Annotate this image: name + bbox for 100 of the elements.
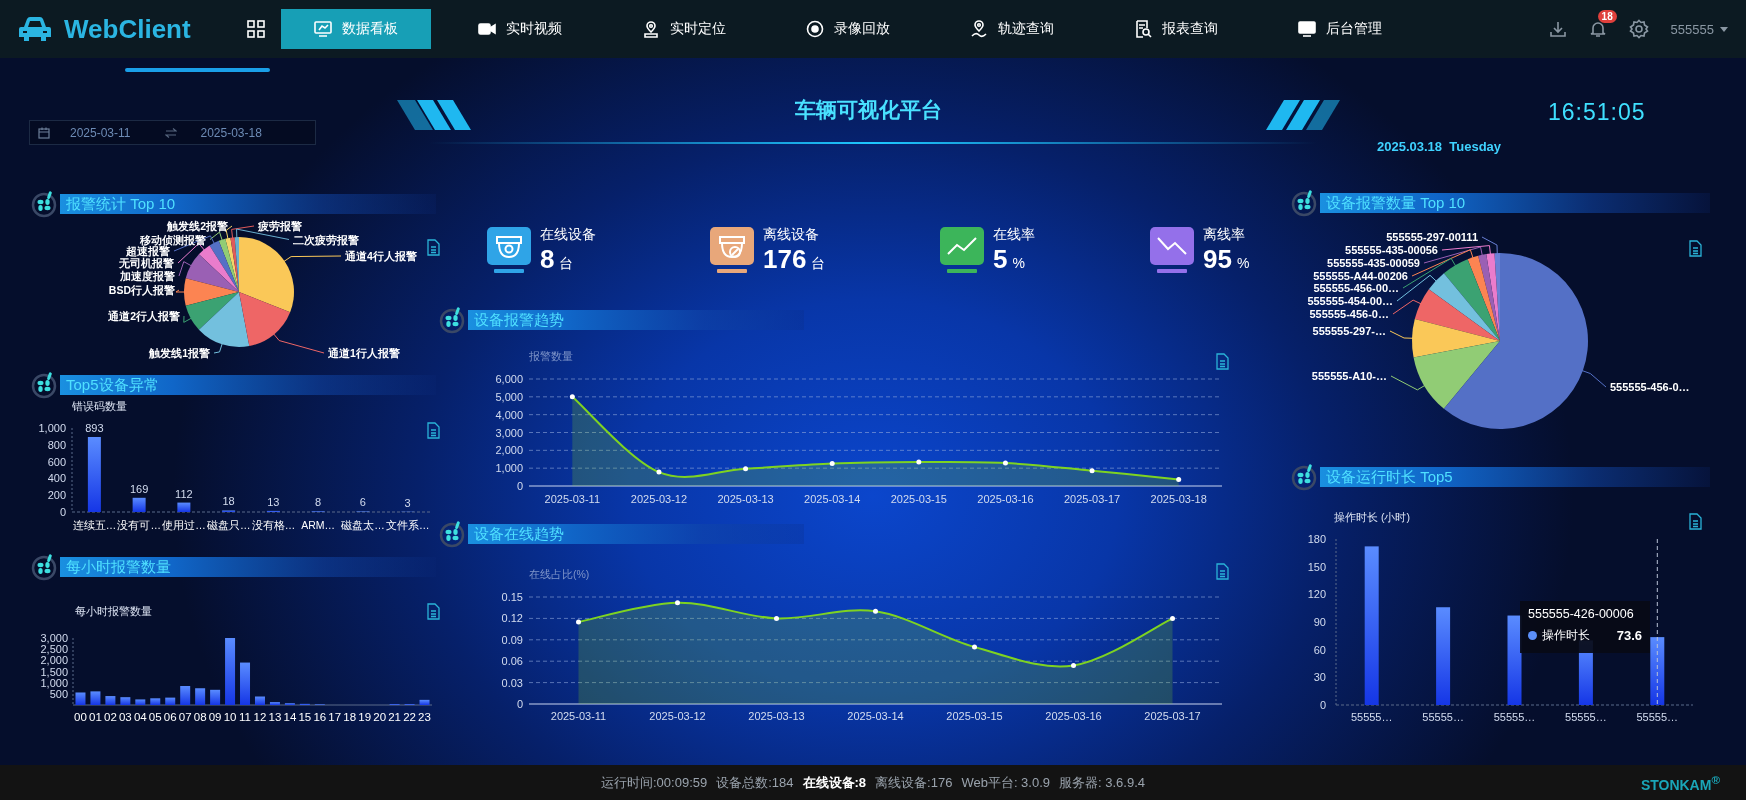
tick-label: 200 <box>47 489 66 502</box>
route-pin-icon <box>969 20 988 38</box>
settings-icon[interactable] <box>1628 19 1649 39</box>
document-icon[interactable] <box>427 239 440 256</box>
stat-value: 5 <box>993 244 1008 274</box>
nav-tab[interactable]: 实时视频 <box>444 9 595 49</box>
slice-label: 移动侦测报警 <box>140 233 206 246</box>
axis-label: 2025-03-16 <box>977 493 1034 505</box>
camera-off-icon <box>710 227 754 273</box>
nav-tab[interactable]: 实时定位 <box>608 9 759 49</box>
value-label: 13 <box>267 495 280 508</box>
monitor-icon <box>1297 20 1316 38</box>
axis-label: 2025-03-14 <box>804 493 861 505</box>
axis-label: 16 <box>313 711 327 723</box>
tooltip-title: 555555-426-00006 <box>1528 607 1635 621</box>
tick-label: 4,000 <box>495 408 523 421</box>
axis-label: 磁盘太… <box>341 519 385 531</box>
axis-label: 2025-03-15 <box>890 493 947 505</box>
document-icon[interactable] <box>427 422 440 439</box>
slice-label: 555555-A10-… <box>1311 370 1387 382</box>
axis-label: ARM… <box>301 519 336 531</box>
user-name[interactable]: 555555 <box>1670 21 1714 37</box>
slice-label: 无司机报警 <box>119 257 174 269</box>
value-label: 112 <box>175 487 193 500</box>
tick-label: 120 <box>1307 588 1326 601</box>
bar <box>135 699 146 705</box>
axis-label: 2025-03-11 <box>550 710 607 722</box>
tick-label: 500 <box>49 687 68 700</box>
axis-label: 04 <box>133 711 147 723</box>
panel-title: 设备报警数量 Top 10 <box>1320 193 1710 213</box>
data-point <box>916 459 922 465</box>
tick-label: 2,000 <box>40 654 68 667</box>
tick-label: 1,000 <box>40 676 68 689</box>
stat-value: 176 <box>763 244 807 274</box>
clock: 16:51:05 <box>1548 99 1647 126</box>
data-point <box>743 466 749 472</box>
document-icon[interactable] <box>1689 513 1702 530</box>
bar <box>1650 637 1665 705</box>
document-icon[interactable] <box>427 603 440 620</box>
end-date[interactable]: 2025-03-18 <box>200 125 262 140</box>
value-label: 18 <box>222 495 235 508</box>
caret-icon[interactable] <box>1720 26 1728 32</box>
document-icon[interactable] <box>1689 240 1702 257</box>
axis-label: 2025-03-12 <box>630 493 688 505</box>
stat-label: 在线设备 <box>540 226 596 244</box>
slice-label: 555555-435-00056 <box>1345 244 1438 256</box>
axis-label: 2025-03-18 <box>1150 493 1207 505</box>
data-point <box>1170 615 1175 621</box>
document-icon[interactable] <box>1216 563 1229 580</box>
bar <box>75 692 86 705</box>
nav-tab[interactable]: 录像回放 <box>772 9 923 49</box>
calendar-icon <box>38 126 50 139</box>
tick-label: 600 <box>47 455 66 468</box>
bar <box>150 698 161 705</box>
notification-badge: 18 <box>1597 10 1617 23</box>
download-icon[interactable] <box>1548 20 1567 38</box>
nav-tab[interactable]: 后台管理 <box>1264 9 1415 49</box>
bar <box>269 702 280 705</box>
axis-label: 05 <box>148 711 162 723</box>
stat-label: 在线率 <box>993 226 1035 244</box>
date-range-field[interactable]: 2025-03-11 2025-03-18 <box>29 120 316 145</box>
nav-tab[interactable]: 报表查询 <box>1100 9 1251 49</box>
stat-value: 95 <box>1203 244 1232 274</box>
fan-icon <box>438 306 466 334</box>
tick-label: 180 <box>1307 533 1326 545</box>
data-point <box>1071 663 1076 668</box>
replay-icon <box>805 20 824 38</box>
data-point <box>1089 468 1095 474</box>
series-name: 操作时长 <box>1542 627 1590 644</box>
stat-unit: % <box>1012 255 1025 271</box>
data-point <box>774 615 779 621</box>
status-item: 运行时间:00:09:59 <box>601 773 708 792</box>
bell-icon[interactable] <box>1588 20 1607 38</box>
document-icon[interactable] <box>1216 353 1229 370</box>
stat-label: 离线率 <box>1203 226 1246 244</box>
axis-label: 02 <box>104 711 117 723</box>
start-date[interactable]: 2025-03-11 <box>70 125 131 140</box>
bar <box>240 662 250 705</box>
axis-label: 06 <box>163 711 177 723</box>
axis-label: 13 <box>268 711 282 723</box>
bar <box>210 689 221 705</box>
slice-label: 触发线1报警 <box>149 347 210 359</box>
axis-title: 错误码数量 <box>72 400 127 412</box>
slice-label: 555555-456-0… <box>1610 381 1690 393</box>
data-point <box>656 469 662 475</box>
panel-title: 设备运行时长 Top5 <box>1320 467 1710 487</box>
tick-label: 0.15 <box>501 591 523 603</box>
tick-label: 3,000 <box>495 426 523 439</box>
camera-icon <box>487 227 531 273</box>
value-label: 893 <box>85 422 104 434</box>
car-icon <box>18 16 52 42</box>
data-point <box>873 608 878 614</box>
tick-label: 90 <box>1313 616 1326 628</box>
grid-icon[interactable] <box>246 20 265 38</box>
axis-label: 03 <box>118 711 132 723</box>
app-logo: WebClient <box>64 13 191 45</box>
tick-label: 400 <box>47 472 66 485</box>
nav-tab[interactable]: 轨迹查询 <box>936 9 1087 49</box>
slice-label: 555555-A44-00206 <box>1313 270 1408 282</box>
axis-label: 55555… <box>1350 711 1393 723</box>
